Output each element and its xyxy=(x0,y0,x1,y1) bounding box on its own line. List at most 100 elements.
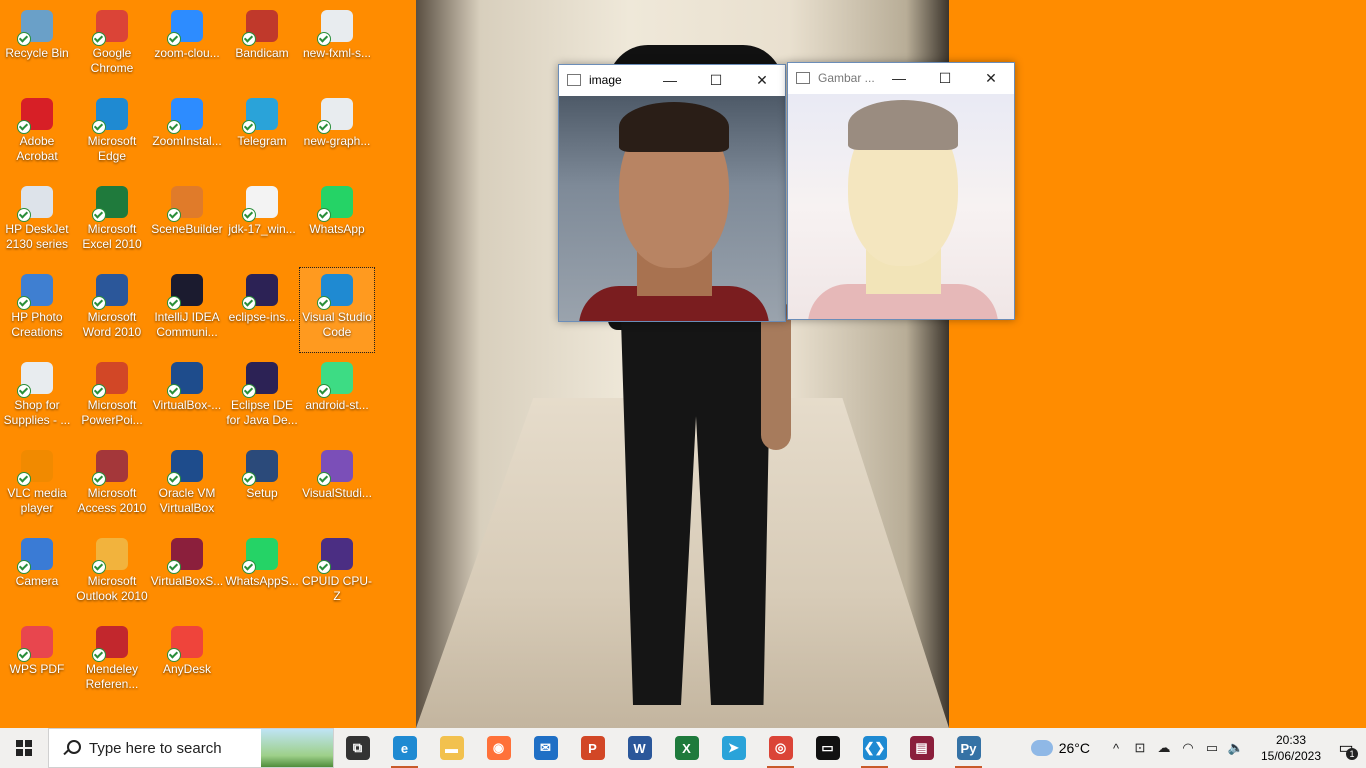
desktop-icon[interactable]: CPUID CPU-Z xyxy=(300,532,374,616)
desktop-icon[interactable]: VisualStudi... xyxy=(300,444,374,528)
desktop-icon-label: SceneBuilder xyxy=(151,222,223,236)
desktop-icon[interactable]: Recycle Bin xyxy=(0,4,74,88)
sync-check-icon xyxy=(92,32,106,46)
close-button[interactable]: ✕ xyxy=(739,72,785,89)
desktop-icon[interactable]: VLC media player xyxy=(0,444,74,528)
battery-icon[interactable]: ▭ xyxy=(1200,740,1224,756)
desktop-icon[interactable]: WhatsAppS... xyxy=(225,532,299,616)
desktop-icon[interactable]: VirtualBoxS... xyxy=(150,532,224,616)
image-window[interactable]: image — ☐ ✕ xyxy=(558,64,786,322)
show-hidden-icons-chevron-icon[interactable]: ^ xyxy=(1104,741,1128,756)
desktop-icon[interactable]: Telegram xyxy=(225,92,299,176)
desktop-icon[interactable]: Setup xyxy=(225,444,299,528)
notification-center-button[interactable]: ▭ 1 xyxy=(1326,728,1366,768)
taskbar-firefox-button[interactable]: ◉ xyxy=(475,728,522,768)
minimize-button[interactable]: — xyxy=(647,72,693,88)
taskbar-telegram-button[interactable]: ➤ xyxy=(710,728,757,768)
taskbar-powerpoint-button[interactable]: P xyxy=(569,728,616,768)
bandicam-icon xyxy=(242,10,278,46)
desktop-icon[interactable]: new-graph... xyxy=(300,92,374,176)
taskbar-terminal-button[interactable]: ▭ xyxy=(804,728,851,768)
sync-check-icon xyxy=(317,208,331,222)
desktop-icon[interactable]: WPS PDF xyxy=(0,620,74,704)
maximize-button[interactable]: ☐ xyxy=(922,70,968,87)
desktop-icon[interactable]: Microsoft Outlook 2010 xyxy=(75,532,149,616)
window-app-icon xyxy=(796,72,810,84)
sync-check-icon xyxy=(167,120,181,134)
desktop-icon-label: VLC media player xyxy=(7,486,67,515)
desktop-icon[interactable]: jdk-17_win... xyxy=(225,180,299,264)
taskbar-search-box[interactable]: Type here to search xyxy=(48,728,334,768)
desktop-icon-label: Setup xyxy=(246,486,278,500)
desktop-icon-label: HP Photo Creations xyxy=(11,310,63,339)
desktop-icon-label: VirtualBox-... xyxy=(152,398,222,412)
taskbar-file-explorer-button[interactable]: ▬ xyxy=(428,728,475,768)
desktop-icon[interactable]: Visual Studio Code xyxy=(299,267,375,353)
onedrive-icon[interactable]: ☁ xyxy=(1152,740,1176,756)
desktop-icon-label: ZoomInstal... xyxy=(152,134,222,148)
start-button[interactable] xyxy=(0,728,48,768)
chrome-icon xyxy=(92,10,128,46)
desktop-icon[interactable]: Camera xyxy=(0,532,74,616)
desktop-icon[interactable]: Shop for Supplies - ... xyxy=(0,356,74,440)
taskbar-task-view-button[interactable]: ⧉ xyxy=(334,728,381,768)
desktop-icon[interactable]: eclipse-ins... xyxy=(225,268,299,352)
desktop-icon[interactable]: VirtualBox-... xyxy=(150,356,224,440)
desktop-icon[interactable]: SceneBuilder xyxy=(150,180,224,264)
desktop-icon[interactable]: AnyDesk xyxy=(150,620,224,704)
desktop-icon[interactable]: Microsoft Word 2010 xyxy=(75,268,149,352)
desktop-icon[interactable]: HP DeskJet 2130 series xyxy=(0,180,74,264)
desktop-icon[interactable]: android-st... xyxy=(300,356,374,440)
clock[interactable]: 20:33 15/06/2023 xyxy=(1256,732,1326,764)
desktop-icon[interactable]: HP Photo Creations xyxy=(0,268,74,352)
gambar-window[interactable]: Gambar ... — ☐ ✕ xyxy=(787,62,1015,320)
desktop-icon[interactable]: Microsoft PowerPoi... xyxy=(75,356,149,440)
taskbar-edge-button[interactable]: e xyxy=(381,728,428,768)
taskbar-python-button[interactable]: Py xyxy=(945,728,992,768)
desktop-icon[interactable]: Bandicam xyxy=(225,4,299,88)
zoom-icon xyxy=(167,98,203,134)
outlook-icon xyxy=(92,538,128,574)
terminal-icon: ▭ xyxy=(815,736,840,760)
desktop-icon[interactable]: Microsoft Access 2010 xyxy=(75,444,149,528)
sync-check-icon xyxy=(167,472,181,486)
desktop-icon[interactable]: Google Chrome xyxy=(75,4,149,88)
sync-check-icon xyxy=(317,32,331,46)
taskbar-winrar-button[interactable]: ▤ xyxy=(898,728,945,768)
close-button[interactable]: ✕ xyxy=(968,70,1014,87)
desktop-icon[interactable]: Mendeley Referen... xyxy=(75,620,149,704)
desktop-icon[interactable]: Eclipse IDE for Java De... xyxy=(225,356,299,440)
weather-widget[interactable]: 26°C xyxy=(1026,734,1090,756)
taskbar-chrome-button[interactable]: ◎ xyxy=(757,728,804,768)
taskbar-word-button[interactable]: W xyxy=(616,728,663,768)
desktop-icon[interactable]: Oracle VM VirtualBox xyxy=(150,444,224,528)
gambar-window-titlebar[interactable]: Gambar ... — ☐ ✕ xyxy=(788,63,1014,93)
taskbar-excel-button[interactable]: X xyxy=(663,728,710,768)
minimize-button[interactable]: — xyxy=(876,70,922,86)
desktop-icon-label: Telegram xyxy=(237,134,287,148)
desktop-icon-label: Recycle Bin xyxy=(5,46,69,60)
desktop-icon[interactable]: new-fxml-s... xyxy=(300,4,374,88)
maximize-button[interactable]: ☐ xyxy=(693,72,739,89)
desktop-icon[interactable]: Adobe Acrobat xyxy=(0,92,74,176)
taskbar-vscode-button[interactable]: ❮❯ xyxy=(851,728,898,768)
virtualbox-icon xyxy=(167,450,203,486)
desktop-icon[interactable]: zoom-clou... xyxy=(150,4,224,88)
desktop-icon[interactable]: WhatsApp xyxy=(300,180,374,264)
sync-check-icon xyxy=(92,120,106,134)
desktop-icon[interactable]: Microsoft Edge xyxy=(75,92,149,176)
image-window-titlebar[interactable]: image — ☐ ✕ xyxy=(559,65,785,95)
desktop-icon[interactable]: ZoomInstal... xyxy=(150,92,224,176)
wifi-icon[interactable]: ◠ xyxy=(1176,740,1200,756)
cpuz-icon xyxy=(317,538,353,574)
desktop-icon-label: WhatsAppS... xyxy=(225,574,299,588)
desktop-icon[interactable]: IntelliJ IDEA Communi... xyxy=(150,268,224,352)
meet-now-icon[interactable]: ⊡ xyxy=(1128,740,1152,756)
firefox-icon: ◉ xyxy=(486,736,511,760)
volume-icon[interactable]: 🔈 xyxy=(1224,740,1248,756)
desktop-icon[interactable]: Microsoft Excel 2010 xyxy=(75,180,149,264)
taskbar-mail-button[interactable]: ✉ xyxy=(522,728,569,768)
system-tray: 26°C ^ ⊡ ☁ ◠ ▭ 🔈 20:33 15/06/2023 ▭ 1 xyxy=(1026,728,1366,768)
vscode-icon xyxy=(317,274,353,310)
hp-photo-icon xyxy=(17,274,53,310)
